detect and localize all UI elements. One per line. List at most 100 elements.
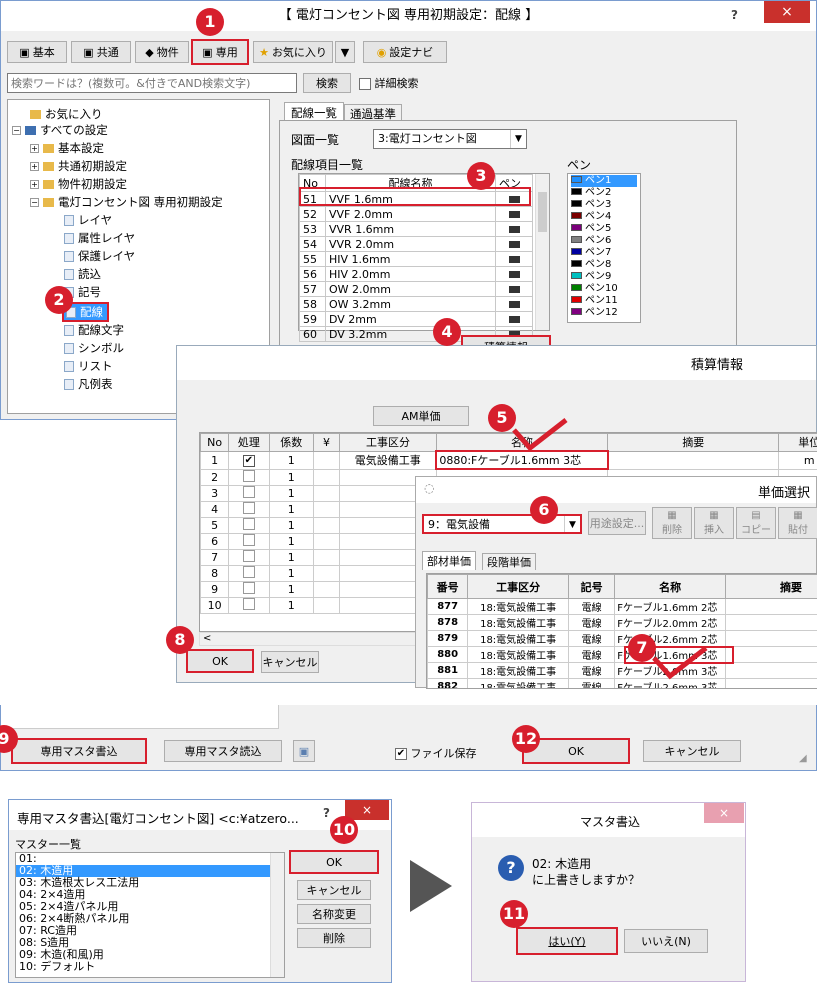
- checkbox-empty[interactable]: [242, 485, 255, 498]
- tree-item-all-settings[interactable]: − すべての設定: [12, 122, 108, 138]
- tree-item-protect-layer[interactable]: 保護レイヤ: [64, 248, 135, 264]
- wiring-row[interactable]: 53 VVR 1.6mm: [299, 221, 533, 237]
- checkbox-empty[interactable]: [242, 533, 255, 546]
- wiring-list-scrollbar[interactable]: [535, 174, 549, 330]
- checkbox-empty[interactable]: [242, 501, 255, 514]
- checkbox-empty[interactable]: [242, 597, 255, 610]
- toolbar-dedicated-button[interactable]: ▣ 専用: [191, 39, 249, 65]
- master-close-button[interactable]: ×: [345, 800, 389, 820]
- toolbar-property-button[interactable]: ◆ 物件: [135, 41, 189, 63]
- master-cancel-button[interactable]: キャンセル: [297, 880, 371, 900]
- usage-setting-button[interactable]: 用途設定...: [588, 511, 646, 535]
- detail-search-checkbox[interactable]: 詳細検索: [359, 75, 419, 91]
- master-help-button[interactable]: ?: [323, 806, 330, 820]
- pen-item[interactable]: ペン5: [571, 223, 637, 235]
- checkbox-empty[interactable]: [242, 517, 255, 530]
- estimate-row[interactable]: 1 ✔ 1 電気設備工事 0880:Fケーブル1.6mm 3芯 m: [200, 450, 817, 470]
- master-read-button[interactable]: 専用マスタ読込: [164, 740, 282, 762]
- checkbox-empty[interactable]: [242, 549, 255, 562]
- checkbox-empty[interactable]: [242, 565, 255, 578]
- pen-item[interactable]: ペン2: [571, 187, 637, 199]
- toolbar-basic-button[interactable]: ▣ 基本: [7, 41, 67, 63]
- insert-tool-button[interactable]: ▦ 挿入: [694, 507, 734, 539]
- wiring-row[interactable]: 54 VVR 2.0mm: [299, 236, 533, 252]
- paste-tool-button[interactable]: ▦ 貼付: [778, 507, 817, 539]
- wiring-row[interactable]: 59 DV 2mm: [299, 311, 533, 327]
- search-input[interactable]: [7, 73, 297, 93]
- tree-item-load[interactable]: 読込: [64, 266, 101, 282]
- file-save-box[interactable]: ✔: [395, 748, 407, 760]
- toolbar-setting-navi-button[interactable]: ◉ 設定ナビ: [363, 41, 447, 63]
- collapse-icon[interactable]: −: [12, 126, 21, 135]
- tree-item-favorites[interactable]: お気に入り: [30, 106, 103, 122]
- drawing-select[interactable]: 3:電灯コンセント図 ▼: [373, 129, 527, 149]
- pen-item[interactable]: ペン3: [571, 199, 637, 211]
- confirm-no-button[interactable]: いいえ(N): [624, 929, 708, 953]
- toolbar-favorites-button[interactable]: ★ お気に入り: [253, 41, 333, 63]
- pen-item[interactable]: ペン1: [571, 175, 637, 187]
- pen-item[interactable]: ペン10: [571, 283, 637, 295]
- checkbox-empty[interactable]: [242, 469, 255, 482]
- wiring-row[interactable]: 58 OW 3.2mm: [299, 296, 533, 312]
- collapse-icon[interactable]: −: [30, 198, 39, 207]
- pen-item[interactable]: ペン12: [571, 307, 637, 319]
- tab-member-price[interactable]: 部材単価: [422, 551, 476, 570]
- toolbar-favorites-dropdown[interactable]: ▼: [335, 41, 355, 63]
- checkbox-checked[interactable]: ✔: [242, 455, 255, 467]
- tree-item-common[interactable]: + 共通初期設定: [30, 158, 127, 174]
- file-save-checkbox[interactable]: ✔ ファイル保存: [395, 745, 477, 761]
- wiring-row[interactable]: 52 VVF 2.0mm: [299, 206, 533, 222]
- pen-item[interactable]: ペン11: [571, 295, 637, 307]
- pen-item[interactable]: ペン4: [571, 211, 637, 223]
- tab-stage-price[interactable]: 段階単価: [482, 553, 536, 570]
- unit-price-row[interactable]: 881 18:電気設備工事 電線 Fケーブル2.0mm 3芯: [427, 662, 817, 679]
- estimate-ok-button[interactable]: OK: [186, 649, 254, 673]
- unit-price-row[interactable]: 882 18:電気設備工事 電線 Fケーブル2.6mm 3芯: [427, 678, 817, 688]
- main-cancel-button[interactable]: キャンセル: [643, 740, 741, 762]
- toolbar-common-button[interactable]: ▣ 共通: [71, 41, 131, 63]
- help-button[interactable]: ?: [731, 8, 738, 22]
- delete-tool-button[interactable]: ▦ 削除: [652, 507, 692, 539]
- expand-icon[interactable]: +: [30, 180, 39, 189]
- search-button[interactable]: 検索: [303, 73, 351, 93]
- category-select[interactable]: 9：電気設備 ▼: [422, 514, 582, 534]
- tree-item-symbol[interactable]: シンボル: [64, 340, 124, 356]
- copy-tool-button[interactable]: ▤ コピー: [736, 507, 776, 539]
- wiring-row[interactable]: 57 OW 2.0mm: [299, 281, 533, 297]
- am-price-button[interactable]: AM単価: [373, 406, 469, 426]
- master-list-scrollbar[interactable]: [270, 853, 284, 977]
- expand-icon[interactable]: +: [30, 144, 39, 153]
- pen-item[interactable]: ペン8: [571, 259, 637, 271]
- tree-item-wiring-text[interactable]: 配線文字: [64, 322, 124, 338]
- estimate-hscroll[interactable]: <: [199, 632, 429, 646]
- unit-price-row[interactable]: 879 18:電気設備工事 電線 Fケーブル2.6mm 2芯: [427, 630, 817, 647]
- master-list[interactable]: 01: 02: 木造用 03: 木造根太レス工法用 04: 2×4造用 05: 2×4造…: [15, 852, 285, 978]
- tree-item-dedicated[interactable]: − 電灯コンセント図 専用初期設定: [30, 194, 223, 210]
- wiring-row[interactable]: 56 HIV 2.0mm: [299, 266, 533, 282]
- resize-grip-icon[interactable]: ◢: [799, 753, 807, 764]
- pen-item[interactable]: ペン9: [571, 271, 637, 283]
- unit-price-row[interactable]: 878 18:電気設備工事 電線 Fケーブル2.0mm 2芯: [427, 614, 817, 631]
- master-list-item[interactable]: 10: デフォルト: [16, 961, 284, 973]
- master-ok-button[interactable]: OK: [289, 850, 379, 874]
- close-button[interactable]: ×: [764, 1, 810, 23]
- wiring-row[interactable]: 55 HIV 1.6mm: [299, 251, 533, 267]
- confirm-close-button[interactable]: ×: [704, 803, 744, 823]
- tree-item-attr-layer[interactable]: 属性レイヤ: [64, 230, 135, 246]
- pen-item[interactable]: ペン6: [571, 235, 637, 247]
- master-rename-button[interactable]: 名称変更: [297, 904, 371, 924]
- estimate-cancel-button[interactable]: キャンセル: [261, 651, 319, 673]
- unit-price-row[interactable]: 880 18:電気設備工事 電線 Fケーブル1.6mm 3芯: [427, 646, 817, 663]
- settings-icon-button[interactable]: ▣: [293, 740, 315, 762]
- master-write-button[interactable]: 専用マスタ書込: [11, 738, 147, 764]
- pen-item[interactable]: ペン7: [571, 247, 637, 259]
- detail-search-box[interactable]: [359, 78, 371, 90]
- master-delete-button[interactable]: 削除: [297, 928, 371, 948]
- tree-item-property[interactable]: + 物件初期設定: [30, 176, 127, 192]
- tree-item-list[interactable]: リスト: [64, 358, 113, 374]
- unit-price-row[interactable]: 877 18:電気設備工事 電線 Fケーブル1.6mm 2芯: [427, 598, 817, 615]
- pen-list[interactable]: ペン1 ペン2 ペン3 ペン4 ペン5 ペン6 ペン7 ペン8 ペン9 ペン10 ペン11 ペン12: [567, 173, 641, 323]
- checkbox-empty[interactable]: [242, 581, 255, 594]
- confirm-yes-button[interactable]: はい(Y): [516, 927, 618, 955]
- expand-icon[interactable]: +: [30, 162, 39, 171]
